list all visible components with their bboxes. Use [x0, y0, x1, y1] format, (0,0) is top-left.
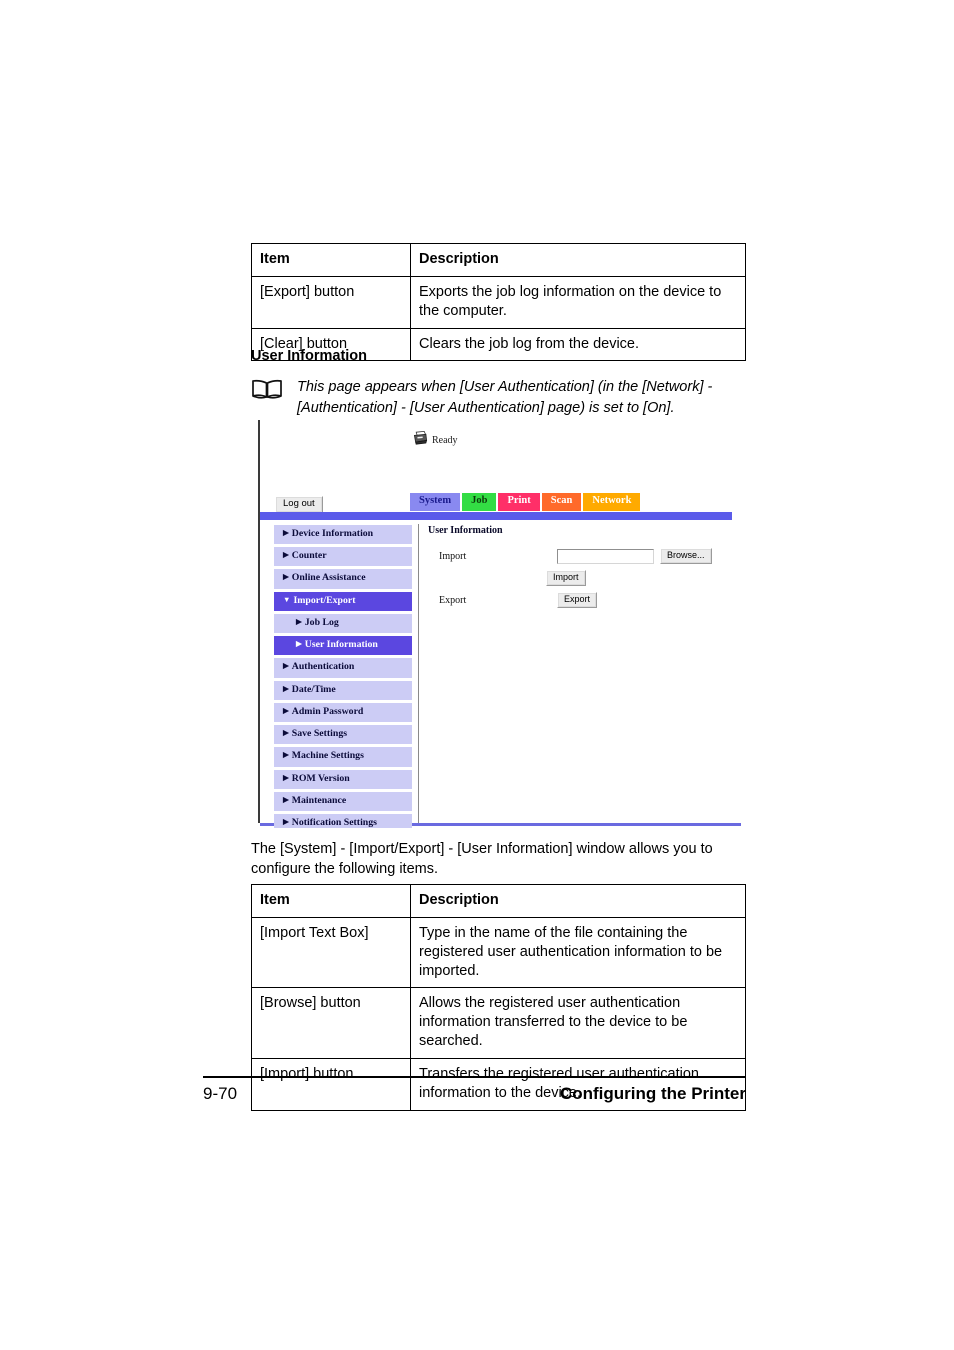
import-button-row: Import — [428, 567, 728, 589]
nav-tab-system[interactable]: System — [410, 493, 461, 511]
open-book-icon — [251, 377, 285, 406]
chevron-right-icon: ▶ — [283, 794, 289, 804]
column-header-description: Description — [410, 243, 746, 277]
import-row: Import Browse... — [428, 545, 728, 567]
column-header-description: Description — [410, 884, 746, 918]
sidebar-item-label: Machine Settings — [291, 750, 364, 762]
panel-divider — [418, 524, 419, 823]
import-text-input[interactable] — [557, 548, 654, 564]
sidebar-item-label: Maintenance — [291, 794, 347, 806]
import-label: Import — [439, 550, 467, 562]
printer-icon — [413, 430, 429, 450]
chevron-right-icon: ▶ — [283, 772, 289, 782]
nav-tab-scan[interactable]: Scan — [541, 493, 582, 511]
logout-button[interactable]: Log out — [275, 496, 323, 514]
footer-divider — [203, 1076, 746, 1078]
sidebar-item-date-time[interactable]: ▶ Date/Time — [274, 680, 412, 700]
sidebar-item-user-information[interactable]: ▶ User Information — [274, 636, 412, 656]
sidebar-nav: ▶ Device Information ▶ Counter ▶ Online Assis… — [274, 525, 412, 828]
sidebar-item-device-information[interactable]: ▶ Device Information — [274, 525, 412, 545]
chevron-right-icon: ▶ — [296, 639, 302, 649]
embedded-web-interface-screenshot: Ready Log out System Job Print Scan Network … — [258, 420, 741, 828]
sidebar-item-authentication[interactable]: ▶ Authentication — [274, 658, 412, 678]
sidebar-item-label: Authentication — [291, 661, 355, 673]
sidebar-item-label: Online Assistance — [291, 572, 366, 584]
chevron-right-icon: ▶ — [283, 572, 289, 582]
chevron-down-icon: ▼ — [283, 594, 291, 604]
export-row: Export Export — [428, 589, 728, 611]
sidebar-item-label: User Information — [304, 639, 378, 651]
sidebar-item-counter[interactable]: ▶ Counter — [274, 547, 412, 567]
sidebar-item-online-assistance[interactable]: ▶ Online Assistance — [274, 569, 412, 589]
sidebar-item-rom-version[interactable]: ▶ ROM Version — [274, 769, 412, 789]
chevron-right-icon: ▶ — [283, 817, 289, 827]
chevron-right-icon: ▶ — [283, 683, 289, 693]
cell-description: Allows the registered user authenticatio… — [410, 987, 746, 1059]
nav-tab-print[interactable]: Print — [498, 493, 540, 511]
export-button[interactable]: Export — [557, 591, 598, 609]
sidebar-item-import-export[interactable]: ▼ Import/Export — [274, 591, 412, 611]
cell-description: Exports the job log information on the d… — [410, 275, 746, 329]
import-button[interactable]: Import — [546, 569, 586, 587]
page-number: 9-70 — [203, 1084, 238, 1103]
table-row: [Browse] button Allows the registered us… — [251, 987, 746, 1059]
table-header-row: Item Description — [251, 884, 746, 918]
main-nav-tabs: System Job Print Scan Network — [410, 493, 641, 511]
browse-button[interactable]: Browse... — [660, 547, 712, 565]
note-text: This page appears when [User Authenticat… — [297, 379, 713, 417]
sidebar-item-save-settings[interactable]: ▶ Save Settings — [274, 725, 412, 745]
chevron-right-icon: ▶ — [283, 750, 289, 760]
printer-status-label: Ready — [432, 435, 458, 446]
table-header-row: Item Description — [251, 243, 746, 277]
content-title: User Information — [428, 525, 503, 536]
printer-status: Ready — [413, 430, 458, 450]
sidebar-item-label: Admin Password — [291, 705, 364, 717]
chevron-right-icon: ▶ — [296, 616, 302, 626]
section-heading-user-information: User Information — [251, 348, 368, 364]
sidebar-item-notification-settings[interactable]: ▶ Notification Settings — [274, 814, 412, 828]
table-row: [Import Text Box] Type in the name of th… — [251, 916, 746, 989]
sidebar-item-label: Date/Time — [291, 683, 336, 695]
sidebar-item-label: Notification Settings — [291, 817, 377, 828]
body-paragraph: The [System] - [Import/Export] - [User I… — [251, 841, 713, 878]
sidebar-item-label: Save Settings — [291, 728, 348, 740]
cell-item: [Export] button — [251, 275, 411, 329]
sidebar-item-label: Import/Export — [293, 594, 356, 606]
sidebar-item-machine-settings[interactable]: ▶ Machine Settings — [274, 747, 412, 767]
cell-description: Clears the job log from the device. — [410, 327, 746, 362]
sidebar-item-maintenance[interactable]: ▶ Maintenance — [274, 791, 412, 812]
screenshot-left-border — [258, 420, 260, 823]
export-label: Export — [439, 594, 467, 606]
cell-item: [Import Text Box] — [251, 916, 411, 989]
chevron-right-icon: ▶ — [283, 705, 289, 715]
cell-item: [Browse] button — [251, 987, 411, 1059]
sidebar-item-label: Job Log — [304, 616, 339, 628]
nav-tab-network[interactable]: Network — [583, 493, 641, 511]
chevron-right-icon: ▶ — [283, 528, 289, 537]
document-page: Item Description [Export] button Exports… — [0, 0, 954, 1350]
cell-item: [Import] button — [251, 1057, 411, 1111]
job-log-items-table: Item Description [Export] button Exports… — [251, 243, 746, 362]
chevron-right-icon: ▶ — [283, 661, 289, 671]
sidebar-item-admin-password[interactable]: ▶ Admin Password — [274, 702, 412, 723]
sidebar-item-label: Counter — [291, 550, 327, 562]
chevron-right-icon: ▶ — [283, 550, 289, 560]
table-row: [Export] button Exports the job log info… — [251, 275, 746, 329]
content-panel: User Information Import Browse... Import… — [428, 525, 728, 611]
nav-accent-bar — [260, 512, 732, 520]
sidebar-item-label: ROM Version — [291, 772, 350, 784]
sidebar-item-label: Device Information — [291, 528, 374, 539]
nav-tab-job[interactable]: Job — [462, 493, 497, 511]
column-header-item: Item — [251, 243, 411, 277]
cell-description: Type in the name of the file containing … — [410, 916, 746, 989]
column-header-item: Item — [251, 884, 411, 918]
chevron-right-icon: ▶ — [283, 728, 289, 738]
sidebar-item-job-log[interactable]: ▶ Job Log — [274, 613, 412, 634]
note-block: This page appears when [User Authenticat… — [251, 377, 746, 419]
chapter-title: Configuring the Printer — [559, 1084, 746, 1103]
